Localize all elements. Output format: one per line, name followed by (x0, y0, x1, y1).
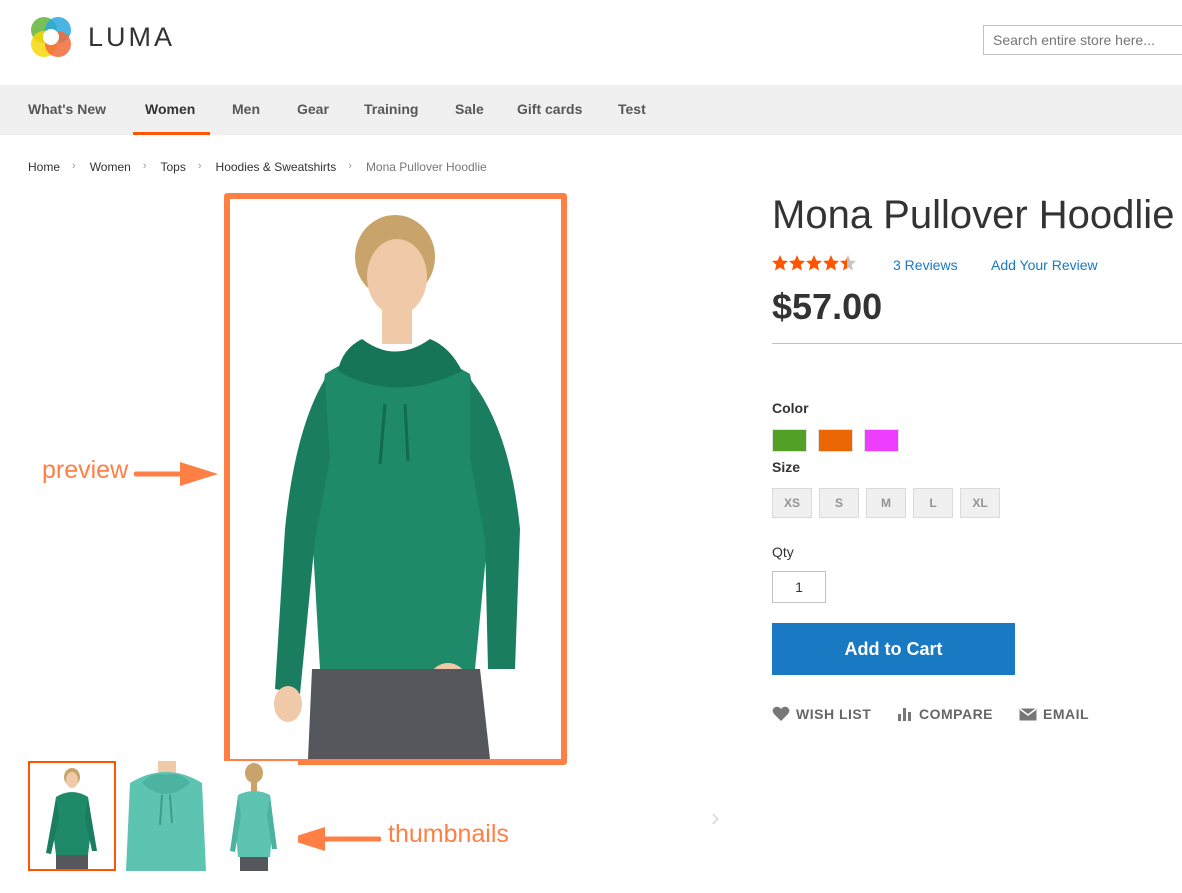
store-logo[interactable]: LUMA (28, 14, 175, 60)
product-title: Mona Pullover Hoodlie (772, 193, 1175, 237)
model-wearing-hoodie-image (274, 215, 520, 759)
breadcrumb-current: Mona Pullover Hoodlie (365, 160, 487, 174)
size-option-l[interactable]: L (913, 488, 953, 518)
thumbnails-annotation-label: thumbnails (388, 820, 509, 848)
arrow-right-icon (134, 462, 218, 486)
breadcrumb-women[interactable]: Women (90, 160, 131, 174)
color-label: Color (772, 400, 809, 416)
reviews-link[interactable]: 3 Reviews (893, 257, 958, 273)
envelope-icon (1019, 707, 1037, 720)
header: LUMA (0, 0, 1182, 85)
email-action[interactable]: EMAIL (1019, 706, 1089, 722)
nav-item-sale[interactable]: Sale (443, 85, 496, 135)
nav-item-gift-cards[interactable]: Gift cards (505, 85, 594, 135)
add-review-link[interactable]: Add Your Review (991, 257, 1098, 273)
thumbnail-back[interactable] (210, 761, 298, 871)
chevron-right-icon: › (197, 160, 202, 172)
thumbnail-back-image (230, 763, 277, 871)
color-swatch-orange[interactable] (818, 429, 853, 452)
thumbnail-detail[interactable] (122, 761, 210, 871)
breadcrumb-hoodies[interactable]: Hoodies & Sweatshirts (216, 160, 337, 174)
preview-annotation-label: preview (42, 456, 129, 484)
breadcrumb-tops[interactable]: Tops (161, 160, 186, 174)
size-option-xl[interactable]: XL (960, 488, 1000, 518)
qty-label: Qty (772, 544, 794, 560)
add-to-cart-button[interactable]: Add to Cart (772, 623, 1015, 675)
compare-label: COMPARE (919, 706, 994, 722)
heart-icon (772, 706, 790, 721)
nav-item-women[interactable]: Women (133, 85, 210, 135)
search-input[interactable] (983, 25, 1182, 55)
chevron-right-icon: › (348, 160, 352, 172)
nav-item-whats-new[interactable]: What's New (16, 85, 118, 135)
breadcrumb: Home › Women › Tops › Hoodies & Sweatshi… (28, 160, 499, 174)
wishlist-label: WISH LIST (796, 706, 872, 722)
luma-logo-icon (28, 14, 74, 60)
nav-item-training[interactable]: Training (352, 85, 430, 135)
size-option-s[interactable]: S (819, 488, 859, 518)
nav-item-gear[interactable]: Gear (285, 85, 341, 135)
star-rating-icon (772, 255, 856, 271)
logo-text: LUMA (88, 21, 176, 52)
size-option-xs[interactable]: XS (772, 488, 812, 518)
product-price: $57.00 (772, 286, 883, 327)
divider (772, 343, 1182, 344)
qty-input[interactable] (772, 571, 826, 603)
chevron-right-icon: › (142, 160, 147, 172)
chevron-right-icon: › (72, 160, 76, 172)
product-preview-image[interactable] (224, 193, 567, 765)
nav-item-test[interactable]: Test (606, 85, 658, 135)
bar-chart-icon (898, 708, 911, 721)
rating-stars (772, 254, 862, 274)
color-swatch-pink[interactable] (864, 429, 899, 452)
email-label: EMAIL (1043, 706, 1090, 722)
color-swatch-green[interactable] (772, 429, 807, 452)
size-label: Size (772, 459, 801, 475)
size-option-m[interactable]: M (866, 488, 906, 518)
arrow-left-icon (287, 827, 381, 851)
compare-action[interactable]: COMPARE (897, 706, 993, 722)
wishlist-action[interactable]: WISH LIST (772, 706, 871, 722)
breadcrumb-home[interactable]: Home (28, 160, 60, 174)
thumbnail-front[interactable] (28, 761, 116, 871)
thumbnail-detail-image (126, 761, 206, 871)
nav-item-men[interactable]: Men (220, 85, 272, 135)
main-navigation: What's New Women Men Gear Training Sale … (0, 85, 1182, 135)
thumbnail-front-image (46, 768, 97, 869)
gallery-next-arrow-icon[interactable]: › (711, 802, 720, 833)
